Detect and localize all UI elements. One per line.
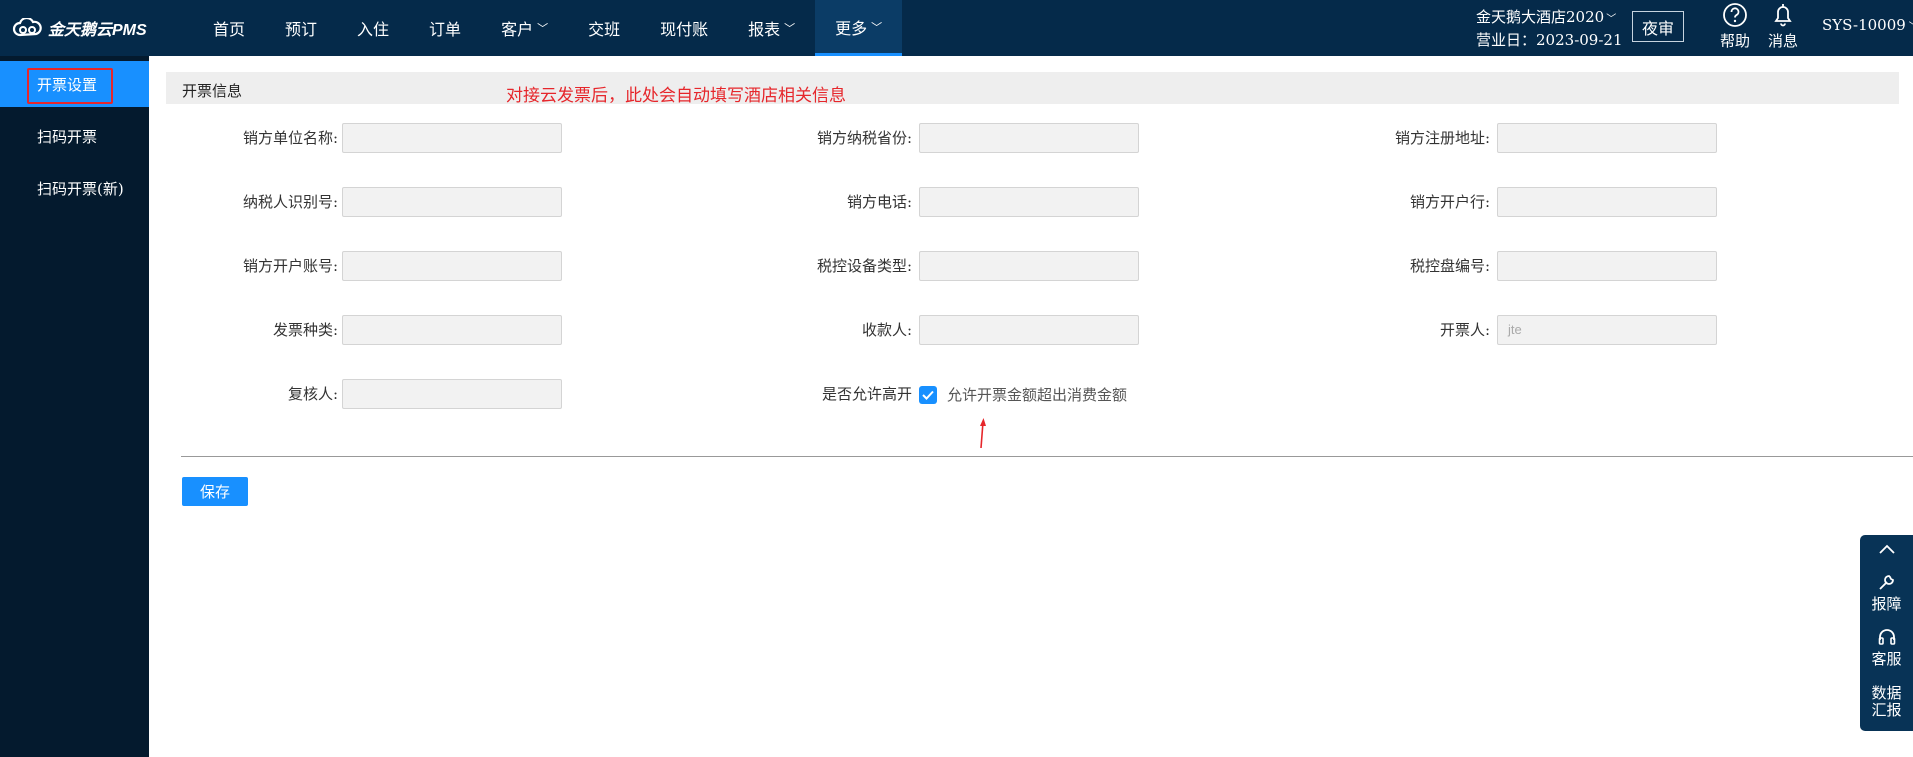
- field-label: 复核人:: [287, 385, 338, 403]
- main-nav: 首页 预订 入住 订单 客户 ﹀ 交班 现付账 报表 ﹀ 更多 ﹀: [193, 0, 903, 56]
- nav-item-5[interactable]: 交班: [568, 0, 640, 56]
- back-to-top-button[interactable]: [1860, 543, 1913, 559]
- sidebar-item-invoice-settings[interactable]: 开票设置: [0, 61, 149, 107]
- wrench-icon: [1878, 575, 1894, 590]
- allow-over-checkbox[interactable]: [919, 385, 937, 404]
- allow-over-label: 是否允许高开: [821, 385, 912, 403]
- nav-item-4[interactable]: 客户 ﹀: [481, 0, 568, 56]
- logo-text: 金天鹅云PMS: [48, 22, 147, 39]
- nav-item-2[interactable]: 入住: [337, 0, 409, 56]
- chevron-down-icon: ﹀: [871, 20, 883, 34]
- field-label: 销方注册地址:: [1394, 129, 1490, 147]
- field-label: 纳税人识别号:: [242, 193, 338, 211]
- cloud-logo-icon: [12, 18, 42, 37]
- messages-button[interactable]: 消息: [1763, 2, 1803, 54]
- top-navbar: 金天鹅云PMS 首页 预订 入住 订单 客户 ﹀ 交班 现付账 报表 ﹀ 更多 ﹀ 金天鹅大酒店202…: [0, 0, 1913, 56]
- form-input[interactable]: [342, 251, 562, 281]
- form-input[interactable]: [342, 315, 562, 345]
- customer-service-button[interactable]: 客服: [1860, 627, 1913, 668]
- nav-item-1[interactable]: 预订: [265, 0, 337, 56]
- field-label: 发票种类:: [272, 321, 338, 339]
- nav-item-8[interactable]: 更多 ﹀: [815, 0, 903, 56]
- nav-item-0[interactable]: 首页: [193, 0, 265, 56]
- help-icon: [1723, 3, 1747, 27]
- help-button[interactable]: 帮助: [1715, 2, 1755, 54]
- sidebar-item-scan-invoice[interactable]: 扫码开票: [0, 113, 149, 159]
- field-label: 销方纳税省份:: [816, 129, 912, 147]
- report-label: 报障: [1871, 595, 1902, 613]
- annotation-text: 对接云发票后，此处会自动填写酒店相关信息: [506, 86, 846, 105]
- field-label: 税控设备类型:: [816, 257, 912, 275]
- allow-over-option[interactable]: 允许开票金额超出消费金额: [919, 384, 1127, 405]
- nav-item-label: 首页: [213, 20, 246, 39]
- form-input[interactable]: [919, 251, 1139, 281]
- hotel-selector[interactable]: 金天鹅大酒店2020 ﹀ 营业日：2023-09-21: [1476, 7, 1623, 50]
- nav-item-7[interactable]: 报表 ﹀: [728, 0, 815, 56]
- input-placeholder: jte: [1508, 322, 1522, 337]
- form-input[interactable]: [919, 187, 1139, 217]
- field-label: 销方单位名称:: [242, 129, 338, 147]
- nav-item-label: 入住: [357, 20, 390, 39]
- section-title: 开票信息: [182, 82, 243, 100]
- sidebar-item-scan-invoice-new[interactable]: 扫码开票(新): [0, 165, 149, 211]
- field-label: 收款人:: [861, 321, 912, 339]
- help-label: 帮助: [1719, 32, 1750, 50]
- data-report-button[interactable]: 数据 汇报: [1860, 685, 1913, 719]
- form-input[interactable]: [342, 123, 562, 153]
- form-input[interactable]: [1497, 123, 1717, 153]
- app-logo[interactable]: 金天鹅云PMS: [12, 0, 147, 56]
- form-input[interactable]: jte: [1497, 315, 1717, 345]
- headset-icon: [1878, 629, 1895, 645]
- field-label: 销方开户账号:: [242, 257, 338, 275]
- nav-item-label: 报表: [748, 20, 781, 39]
- bell-icon: [1774, 4, 1792, 27]
- form-divider: [181, 456, 1913, 457]
- form-input[interactable]: [1497, 187, 1717, 217]
- data-label-1: 数据: [1871, 684, 1902, 702]
- nav-item-label: 客户: [501, 20, 534, 39]
- nav-item-label: 现付账: [660, 20, 709, 39]
- chevron-down-icon: ﹀: [537, 22, 549, 35]
- checkmark-icon: [922, 390, 934, 400]
- highlight-box: [27, 68, 113, 104]
- sidebar-item-label: 扫码开票(新): [37, 179, 124, 198]
- form-input[interactable]: [919, 315, 1139, 345]
- nav-item-label: 订单: [429, 20, 462, 39]
- nav-item-label: 交班: [588, 20, 621, 39]
- data-label-2: 汇报: [1871, 701, 1902, 719]
- chevron-down-icon: ﹀: [784, 22, 796, 35]
- form-input[interactable]: [1497, 251, 1717, 281]
- night-audit-button[interactable]: 夜审: [1632, 11, 1684, 42]
- nav-item-label: 预订: [285, 20, 318, 39]
- service-label: 客服: [1871, 650, 1902, 668]
- field-label: 销方电话:: [846, 193, 912, 211]
- user-id: SYS-10009: [1822, 16, 1906, 34]
- chevron-down-icon: ﹀: [1606, 14, 1617, 25]
- form-input[interactable]: [919, 123, 1139, 153]
- messages-label: 消息: [1767, 32, 1798, 50]
- save-button[interactable]: 保存: [182, 477, 248, 506]
- business-date-label: 营业日：: [1476, 31, 1537, 49]
- user-menu[interactable]: SYS-10009﹀: [1822, 16, 1913, 34]
- nav-item-6[interactable]: 现付账: [640, 0, 728, 56]
- nav-item-3[interactable]: 订单: [409, 0, 481, 56]
- business-date: 2023-09-21: [1536, 31, 1623, 49]
- form-input[interactable]: [342, 187, 562, 217]
- hotel-name: 金天鹅大酒店2020: [1476, 8, 1605, 26]
- report-issue-button[interactable]: 报障: [1860, 572, 1913, 613]
- field-label: 税控盘编号:: [1409, 257, 1490, 275]
- floating-toolbar: 报障 客服 数据 汇报: [1860, 535, 1913, 731]
- annotation-arrow-icon: [980, 418, 986, 449]
- sidebar-item-label: 扫码开票: [37, 127, 98, 146]
- allow-over-text: 允许开票金额超出消费金额: [947, 386, 1128, 404]
- sidebar: 开票设置 扫码开票 扫码开票(新): [0, 56, 149, 757]
- form-input[interactable]: [342, 379, 562, 409]
- chevron-down-icon: ﹀: [1909, 22, 1913, 33]
- chevron-up-icon: [1878, 544, 1895, 554]
- nav-item-label: 更多: [835, 18, 868, 38]
- field-label: 销方开户行:: [1409, 193, 1490, 211]
- section-header: 开票信息 对接云发票后，此处会自动填写酒店相关信息: [166, 72, 1899, 105]
- field-label: 开票人:: [1439, 321, 1490, 339]
